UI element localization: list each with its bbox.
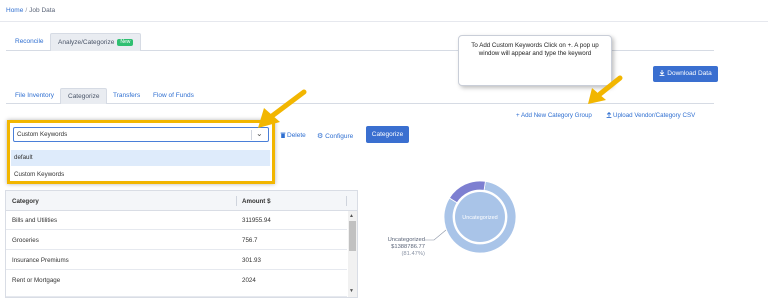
- cell-category: Insurance Premiums: [12, 257, 69, 264]
- column-header-category[interactable]: Category: [12, 198, 39, 205]
- tab-transfers[interactable]: Transfers: [106, 88, 147, 104]
- cell-amount: 2024: [242, 277, 256, 284]
- tab-categorize[interactable]: Categorize: [60, 88, 108, 104]
- column-header-amount[interactable]: Amount $: [242, 198, 271, 205]
- dropdown-option-default[interactable]: default: [11, 150, 270, 166]
- gear-icon: ⚙: [317, 133, 324, 140]
- download-data-button[interactable]: Download Data: [653, 66, 718, 82]
- top-bar: Home / Job Data: [0, 0, 768, 22]
- cell-amount: 301.93: [242, 257, 261, 264]
- tab-reconcile[interactable]: Reconcile: [8, 33, 51, 51]
- cell-category: Rent or Mortgage: [12, 277, 61, 284]
- donut-callout-pct: (81.47%): [401, 251, 425, 257]
- annotation-arrow-icon: [258, 89, 307, 128]
- configure-button[interactable]: ⚙ Configure: [317, 132, 353, 140]
- category-table: Category Amount $ Bills and Utilities 31…: [5, 190, 358, 298]
- table-row[interactable]: Groceries 756.7: [6, 231, 347, 250]
- donut-callout-amount: $1388786.77: [391, 244, 425, 250]
- breadcrumb: Home / Job Data: [6, 7, 55, 14]
- tab-flow-of-funds[interactable]: Flow of Funds: [146, 88, 201, 104]
- table-header: Category Amount $: [6, 191, 357, 211]
- cell-amount: 756.7: [242, 237, 258, 244]
- categorize-button[interactable]: Categorize: [366, 126, 409, 143]
- cell-amount: 311955.94: [242, 217, 271, 224]
- category-group-select[interactable]: Custom Keywords ⌄: [13, 127, 269, 142]
- tab-analyze-categorize-label: Analyze/Categorize: [58, 39, 115, 46]
- table-row[interactable]: Rent or Mortgage 2024: [6, 271, 347, 297]
- cell-category: Bills and Utilities: [12, 217, 58, 224]
- scroll-up-icon[interactable]: ▲: [349, 213, 354, 219]
- download-data-label: Download Data: [667, 70, 712, 77]
- table-row[interactable]: Bills and Utilities 311955.94: [6, 211, 347, 230]
- breadcrumb-separator: /: [25, 7, 28, 14]
- cell-category: Groceries: [12, 237, 39, 244]
- upload-csv-link[interactable]: Upload Vendor/Category CSV: [606, 111, 696, 119]
- tab-file-inventory[interactable]: File Inventory: [8, 88, 61, 104]
- upload-icon: [606, 111, 612, 118]
- add-category-group-link[interactable]: + Add New Category Group: [516, 112, 592, 119]
- new-badge: New: [117, 39, 134, 46]
- donut-callout-name: Uncategorized: [387, 237, 425, 243]
- donut-callout-label: Uncategorized $1388786.77 (81.47%): [381, 237, 425, 258]
- scrollbar-thumb[interactable]: [349, 221, 356, 251]
- breadcrumb-home-link[interactable]: Home: [6, 7, 23, 14]
- download-icon: [659, 70, 665, 76]
- donut-center-label: Uncategorized: [462, 215, 497, 221]
- category-donut-chart: Uncategorized: [443, 180, 517, 254]
- table-row[interactable]: Insurance Premiums 301.93: [6, 251, 347, 270]
- breadcrumb-current: Job Data: [29, 7, 56, 14]
- tab-analyze-categorize[interactable]: Analyze/Categorize New: [50, 33, 142, 51]
- donut-leader-line: [424, 229, 447, 241]
- table-scrollbar[interactable]: ▲ ▼: [348, 211, 357, 297]
- scroll-down-icon[interactable]: ▼: [349, 288, 354, 294]
- column-divider: [236, 196, 237, 206]
- annotation-arrow-icon: [588, 75, 623, 104]
- upload-csv-label: Upload Vendor/Category CSV: [613, 112, 696, 119]
- column-divider: [346, 196, 347, 206]
- category-group-select-value: Custom Keywords: [17, 131, 68, 138]
- configure-label: Configure: [325, 133, 354, 140]
- dropdown-option-custom-keywords[interactable]: Custom Keywords: [11, 167, 270, 183]
